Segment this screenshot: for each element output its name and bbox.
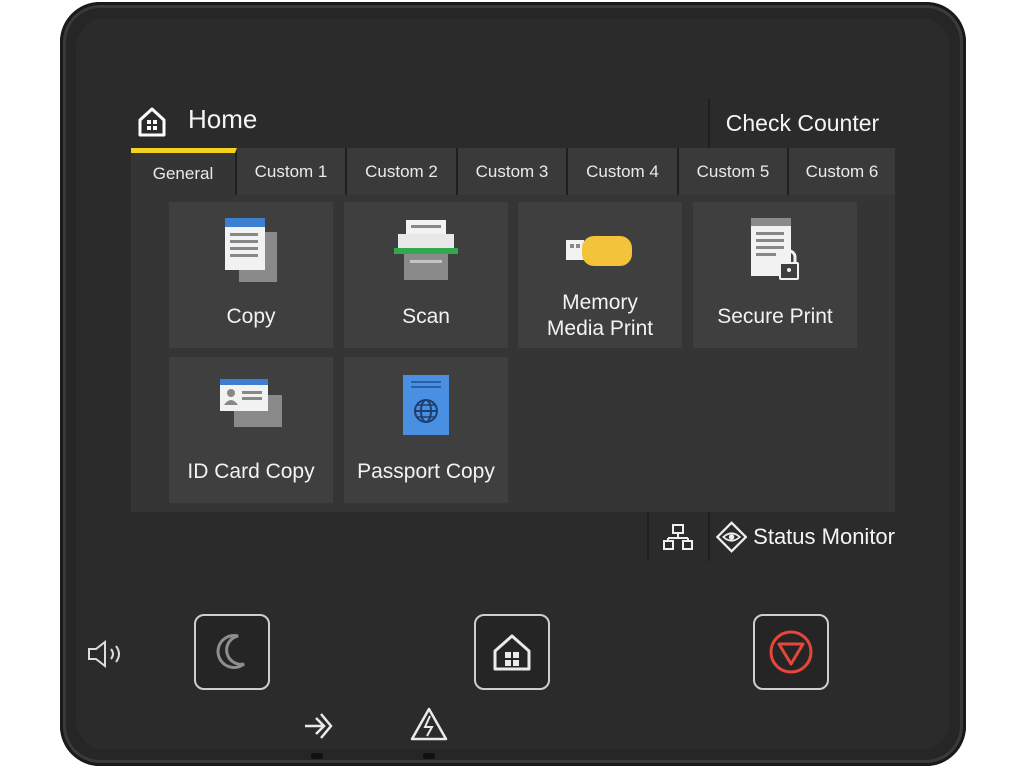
tab-bar: General Custom 1 Custom 2 Custom 3 Custo…	[131, 148, 895, 195]
energy-saver-button[interactable]	[194, 614, 270, 690]
tab-custom-4[interactable]: Custom 4	[568, 148, 679, 195]
tile-label: Scan	[402, 305, 450, 328]
tile-label: Passport Copy	[357, 460, 495, 483]
tile-label: ID Card Copy	[187, 460, 315, 483]
error-indicator-led	[423, 753, 435, 759]
tab-custom-6[interactable]: Custom 6	[789, 148, 895, 195]
check-counter-button[interactable]: Check Counter	[708, 98, 895, 148]
copy-icon	[225, 218, 277, 282]
header-bar: Home Check Counter	[131, 98, 895, 148]
stop-button[interactable]	[753, 614, 829, 690]
tab-general[interactable]: General	[131, 148, 237, 195]
stop-icon	[769, 630, 813, 674]
tab-custom-1[interactable]: Custom 1	[237, 148, 347, 195]
scan-tile[interactable]: Scan	[344, 202, 508, 348]
home-hardware-button[interactable]	[474, 614, 550, 690]
touch-screen: Home Check Counter General Custom 1 Cust…	[131, 98, 895, 561]
secure-print-tile[interactable]: Secure Print	[693, 202, 857, 348]
tile-label: Secure Print	[717, 305, 833, 328]
network-status[interactable]	[647, 512, 707, 561]
home-icon	[493, 634, 531, 671]
tab-custom-5[interactable]: Custom 5	[679, 148, 789, 195]
status-monitor-icon	[716, 520, 748, 553]
id-card-copy-tile[interactable]: ID Card Copy	[169, 357, 333, 503]
memory-media-print-tile[interactable]: Memory Media Print	[518, 202, 682, 348]
data-indicator-led	[311, 753, 323, 759]
tab-custom-3[interactable]: Custom 3	[458, 148, 568, 195]
secure-print-icon	[751, 218, 799, 280]
home-icon	[138, 107, 166, 137]
status-bar: Status Monitor	[131, 512, 895, 561]
scan-icon	[394, 220, 458, 280]
copy-tile[interactable]: Copy	[169, 202, 333, 348]
moon-icon	[216, 634, 245, 669]
status-monitor-button[interactable]: Status Monitor	[708, 512, 895, 561]
passport-copy-tile[interactable]: Passport Copy	[344, 357, 508, 503]
usb-memory-icon	[566, 236, 632, 266]
page-title: Home	[188, 104, 258, 134]
tile-label: Memory Media Print	[546, 291, 654, 340]
error-indicator-icon	[410, 707, 448, 741]
network-icon	[663, 523, 693, 550]
passport-icon	[403, 375, 449, 435]
volume-icon[interactable]	[86, 640, 128, 668]
id-card-icon	[220, 379, 282, 427]
status-monitor-label: Status Monitor	[753, 523, 895, 549]
tile-label: Copy	[226, 305, 276, 328]
data-indicator-icon	[305, 713, 333, 739]
tab-custom-2[interactable]: Custom 2	[347, 148, 458, 195]
